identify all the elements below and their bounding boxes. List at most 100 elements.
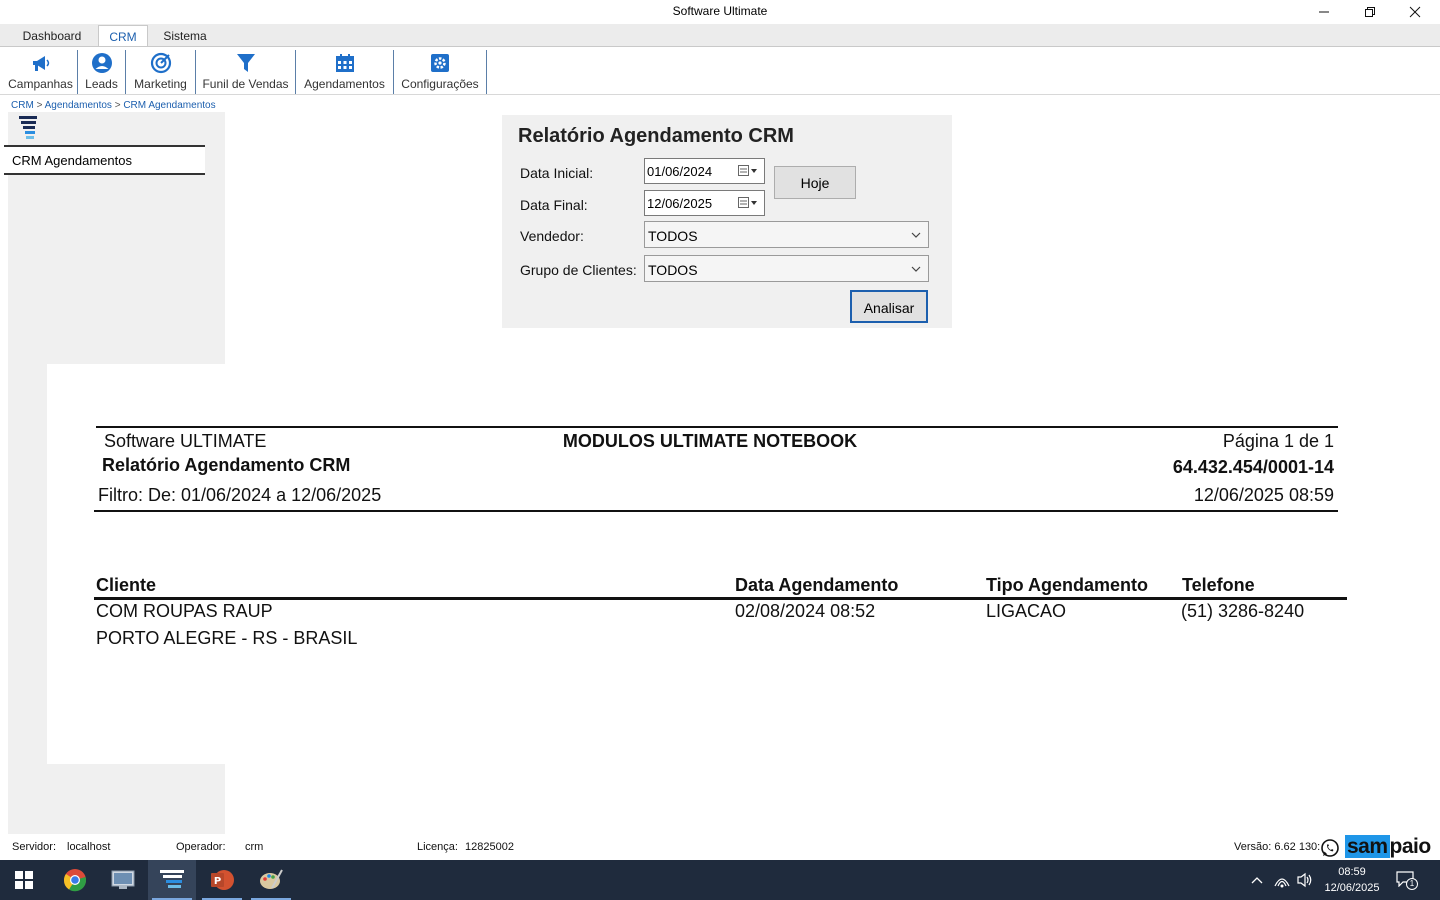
- minimize-button[interactable]: [1301, 0, 1347, 24]
- agendamentos-button[interactable]: Agendamentos: [296, 50, 394, 94]
- whatsapp-icon[interactable]: [1320, 838, 1340, 858]
- licenca-value: 12825002: [465, 841, 514, 853]
- minimize-icon: [1319, 11, 1329, 13]
- tab-crm[interactable]: CRM: [98, 25, 148, 47]
- powerpoint-icon: P: [211, 870, 234, 890]
- report-module: MODULOS ULTIMATE NOTEBOOK: [562, 431, 858, 451]
- palette-icon: [260, 869, 283, 889]
- grupo-clientes-select[interactable]: TODOS: [644, 255, 929, 282]
- data-final-picker[interactable]: 12/06/2025: [644, 190, 765, 216]
- licenca-label: Licença:: [417, 841, 458, 853]
- analisar-button[interactable]: Analisar: [850, 290, 928, 323]
- row-telefone: (51) 3286-8240: [1181, 601, 1305, 621]
- campanhas-button[interactable]: Campanhas: [4, 50, 78, 94]
- window-title: Software Ultimate: [672, 4, 768, 18]
- report-title: Relatório Agendamento CRM: [102, 455, 351, 475]
- app-icon: [160, 870, 184, 888]
- vendedor-value: TODOS: [648, 228, 698, 244]
- windows-icon: [15, 871, 33, 889]
- operador-value: crm: [245, 841, 264, 853]
- powerpoint-taskbar-button[interactable]: P: [198, 860, 246, 900]
- menu-icon[interactable]: [17, 114, 41, 140]
- sidebar-item-crm-agendamentos[interactable]: CRM Agendamentos: [4, 145, 205, 175]
- megaphone-icon: [32, 56, 49, 71]
- chevron-up-icon[interactable]: [1250, 874, 1264, 886]
- report-cnpj: 64.432.454/0001-14: [1172, 457, 1334, 477]
- ribbon-toolbar: Campanhas Leads Marketing Funil de Venda…: [0, 46, 1440, 95]
- report-header-rule: [94, 510, 1338, 512]
- report-page-number: Página 1 de 1: [1222, 431, 1334, 451]
- monitor-icon: [111, 870, 135, 889]
- data-inicial-value: 01/06/2024: [647, 164, 713, 179]
- start-button[interactable]: [0, 860, 48, 900]
- data-inicial-label: Data Inicial:: [520, 165, 594, 181]
- clock-date: 12/06/2025: [1324, 882, 1380, 894]
- column-cliente: Cliente: [96, 575, 157, 595]
- grupo-clientes-value: TODOS: [648, 262, 698, 278]
- calendar-dropdown-icon[interactable]: [738, 165, 758, 178]
- logo-part-b: paio: [1389, 835, 1432, 858]
- panel-title: Relatório Agendamento CRM: [518, 125, 794, 147]
- servidor-label: Servidor:: [12, 841, 57, 853]
- row-data: 02/08/2024 08:52: [735, 601, 876, 621]
- data-final-label: Data Final:: [520, 197, 588, 213]
- funil-de-vendas-button[interactable]: Funil de Vendas: [196, 50, 296, 94]
- report-page: [47, 364, 1440, 764]
- campanhas-label: Campanhas: [8, 77, 73, 91]
- column-data-agendamento: Data Agendamento: [735, 575, 899, 595]
- clock[interactable]: 08:59 12/06/2025: [1316, 864, 1388, 896]
- logo-part-a: sam: [1345, 835, 1390, 858]
- status-bar: Servidor: localhost Operador: crm Licenç…: [0, 834, 1440, 860]
- clock-time: 08:59: [1338, 866, 1366, 878]
- close-button[interactable]: [1392, 0, 1438, 24]
- user-icon: [91, 53, 112, 73]
- versao-text: Versão: 6.62 130:: [1234, 841, 1321, 853]
- network-icon[interactable]: [1273, 872, 1291, 888]
- leads-button[interactable]: Leads: [78, 50, 126, 94]
- close-icon: [1409, 6, 1421, 18]
- tab-dashboard[interactable]: Dashboard: [14, 25, 90, 47]
- chevron-down-icon: [911, 232, 921, 238]
- software-ultimate-taskbar-button[interactable]: [148, 860, 196, 900]
- svg-text:P: P: [214, 876, 221, 887]
- gear-icon: [431, 54, 449, 72]
- notifications-button[interactable]: 1: [1396, 871, 1420, 891]
- restore-icon: [1365, 7, 1375, 17]
- configuracoes-label: Configurações: [401, 77, 479, 91]
- breadcrumb-agendamentos[interactable]: Agendamentos: [45, 100, 112, 111]
- configuracoes-button[interactable]: Configurações: [394, 50, 487, 94]
- hoje-button[interactable]: Hoje: [774, 166, 856, 199]
- report-company: Software ULTIMATE: [104, 431, 267, 451]
- notification-count: 1: [1406, 878, 1418, 890]
- chrome-icon: [63, 869, 87, 892]
- column-tipo-agendamento: Tipo Agendamento: [986, 575, 1148, 595]
- breadcrumb-crm[interactable]: CRM: [11, 100, 34, 111]
- vendedor-select[interactable]: TODOS: [644, 221, 929, 248]
- remote-desktop-taskbar-button[interactable]: [99, 860, 147, 900]
- ribbon-tabs: Dashboard CRM Sistema: [0, 24, 1440, 47]
- calendar-dropdown-icon[interactable]: [738, 197, 758, 210]
- marketing-button[interactable]: Marketing: [126, 50, 196, 94]
- calendar-icon: [335, 54, 354, 72]
- filter-panel: Relatório Agendamento CRM Data Inicial: …: [502, 115, 952, 328]
- chevron-down-icon: [911, 266, 921, 272]
- row-cliente: COM ROUPAS RAUP: [96, 601, 273, 621]
- breadcrumb-crm-agendamentos[interactable]: CRM Agendamentos: [123, 100, 215, 111]
- volume-icon[interactable]: [1296, 872, 1314, 888]
- vendedor-label: Vendedor:: [520, 228, 584, 244]
- sampaio-logo: sampaio: [1345, 835, 1431, 859]
- funil-label: Funil de Vendas: [202, 77, 289, 91]
- paint-taskbar-button[interactable]: [247, 860, 295, 900]
- funnel-icon: [236, 54, 255, 72]
- data-inicial-picker[interactable]: 01/06/2024: [644, 158, 765, 184]
- target-icon: [150, 52, 171, 74]
- title-bar: Software Ultimate: [0, 0, 1440, 24]
- agendamentos-label: Agendamentos: [304, 77, 385, 91]
- tab-sistema[interactable]: Sistema: [156, 25, 214, 47]
- restore-button[interactable]: [1347, 0, 1393, 24]
- taskbar: P 08:59 12/06/2025 1: [0, 860, 1440, 900]
- breadcrumb: CRM > Agendamentos > CRM Agendamentos: [11, 100, 216, 111]
- grupo-clientes-label: Grupo de Clientes:: [520, 262, 637, 278]
- chrome-taskbar-button[interactable]: [51, 860, 99, 900]
- row-local: PORTO ALEGRE - RS - BRASIL: [96, 628, 358, 648]
